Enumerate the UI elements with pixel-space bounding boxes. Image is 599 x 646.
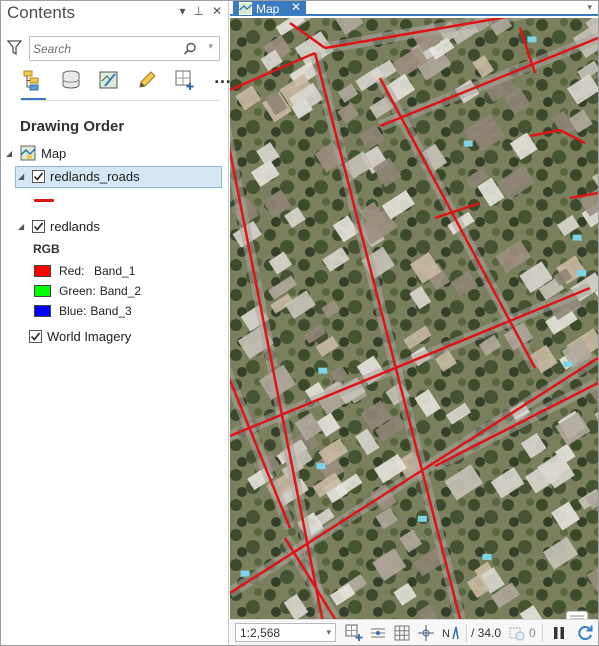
- rgb-label: RGB: [33, 242, 60, 256]
- layer-label: World Imagery: [47, 329, 132, 344]
- search-input[interactable]: [33, 39, 178, 58]
- map-pane: Map ✕ ▾ 1:2,568 ▾ N / 34.0 0: [230, 0, 598, 645]
- divider: [466, 623, 467, 642]
- tab-strip: Map ✕ ▾: [230, 0, 598, 16]
- swimming-pool: [527, 36, 537, 43]
- close-icon[interactable]: ✕: [212, 4, 222, 18]
- band-name: Band_2: [99, 284, 142, 298]
- coordinate-value: 34.0: [477, 625, 502, 640]
- scale-value: 1:2,568: [240, 625, 281, 640]
- collapse-icon[interactable]: ◢: [18, 172, 28, 181]
- aerial-imagery: [230, 18, 598, 619]
- list-by-snapping-icon[interactable]: [173, 68, 197, 92]
- swimming-pool: [577, 270, 587, 277]
- swimming-pool: [563, 361, 573, 368]
- pane-controls: ▾ ⊥ ✕: [179, 4, 222, 18]
- checkmark-icon: [30, 332, 41, 341]
- contents-toolbar: …: [21, 67, 235, 92]
- close-tab-icon[interactable]: ✕: [291, 0, 301, 14]
- layer-visibility-checkbox[interactable]: [32, 170, 45, 183]
- pause-icon[interactable]: [549, 623, 569, 643]
- band-row-red[interactable]: Red: Band_1: [34, 264, 135, 278]
- chevron-down-icon[interactable]: ▾: [326, 627, 331, 638]
- band-row-green[interactable]: Green: Band_2: [34, 284, 141, 298]
- scale-selector[interactable]: 1:2,568 ▾: [235, 623, 336, 642]
- tree-row-redlands-roads[interactable]: ◢ redlands_roads: [18, 169, 140, 184]
- tree-row-redlands[interactable]: ◢ redlands: [18, 219, 100, 234]
- refresh-icon[interactable]: [575, 623, 595, 643]
- layer-visibility-checkbox[interactable]: [32, 220, 45, 233]
- band-channel: Green:: [59, 284, 96, 298]
- add-grid-icon[interactable]: [344, 623, 364, 643]
- map-canvas[interactable]: [230, 18, 598, 619]
- selection-count: 0: [529, 625, 536, 640]
- checkmark-icon: [33, 172, 44, 181]
- band-channel: Blue:: [59, 304, 87, 318]
- north-arrow-icon[interactable]: N: [440, 623, 460, 643]
- filter-icon[interactable]: [7, 40, 22, 56]
- band-channel: Red:: [59, 264, 85, 278]
- swimming-pool: [572, 234, 582, 241]
- selection-icon[interactable]: [507, 623, 527, 643]
- status-bar: 1:2,568 ▾ N / 34.0 0: [230, 619, 598, 645]
- map-icon: [20, 145, 36, 161]
- swimming-pool: [318, 367, 328, 374]
- collapse-icon[interactable]: ◢: [18, 222, 28, 231]
- divider: [541, 623, 543, 642]
- blue-swatch[interactable]: [34, 305, 51, 317]
- line-symbol-swatch[interactable]: [34, 199, 54, 202]
- layer-visibility-checkbox[interactable]: [29, 330, 42, 343]
- grid-icon[interactable]: [392, 623, 412, 643]
- coordinate-readout: / 34.0: [471, 625, 502, 640]
- layer-label: redlands_roads: [50, 169, 140, 184]
- red-swatch[interactable]: [34, 265, 51, 277]
- tab-map[interactable]: Map ✕: [233, 0, 306, 16]
- pin-icon[interactable]: ⊥: [193, 4, 203, 18]
- list-by-source-icon[interactable]: [59, 68, 83, 92]
- svg-text:N: N: [442, 628, 450, 640]
- map-icon: [239, 2, 252, 15]
- list-by-drawing-order-icon[interactable]: [21, 68, 45, 92]
- search-dropdown-icon[interactable]: ▾: [208, 41, 213, 52]
- toolbar-divider: [21, 100, 221, 101]
- swimming-pool: [463, 140, 473, 147]
- list-by-editing-icon[interactable]: [135, 68, 159, 92]
- swimming-pool: [316, 463, 326, 470]
- swimming-pool: [417, 515, 427, 522]
- tree-row-world-imagery[interactable]: World Imagery: [29, 329, 131, 344]
- swimming-pool: [482, 553, 492, 560]
- search-box[interactable]: ▾: [29, 36, 220, 61]
- band-row-blue[interactable]: Blue: Band_3: [34, 304, 132, 318]
- grid-snap-icon[interactable]: [368, 623, 388, 643]
- list-by-selection-icon[interactable]: [97, 68, 121, 92]
- checkmark-icon: [33, 222, 44, 231]
- contents-title: Contents: [7, 3, 76, 22]
- tree-row-map[interactable]: ◢ Map: [6, 145, 66, 161]
- tab-label: Map: [256, 1, 280, 16]
- crosshair-icon[interactable]: [416, 623, 436, 643]
- contents-pane: Contents ▾ ⊥ ✕ ▾: [1, 1, 232, 645]
- search-icon[interactable]: [183, 42, 197, 56]
- green-swatch[interactable]: [34, 285, 51, 297]
- collapse-icon[interactable]: ◢: [6, 149, 16, 158]
- band-name: Band_1: [94, 264, 136, 278]
- layer-label: redlands: [50, 219, 100, 234]
- pane-dropdown-icon[interactable]: ▾: [587, 2, 592, 13]
- chat-icon[interactable]: [565, 610, 589, 619]
- map-label: Map: [41, 145, 67, 161]
- pane-options-dropdown[interactable]: ▾: [179, 4, 185, 18]
- section-heading: Drawing Order: [20, 118, 125, 135]
- band-name: Band_3: [90, 304, 132, 318]
